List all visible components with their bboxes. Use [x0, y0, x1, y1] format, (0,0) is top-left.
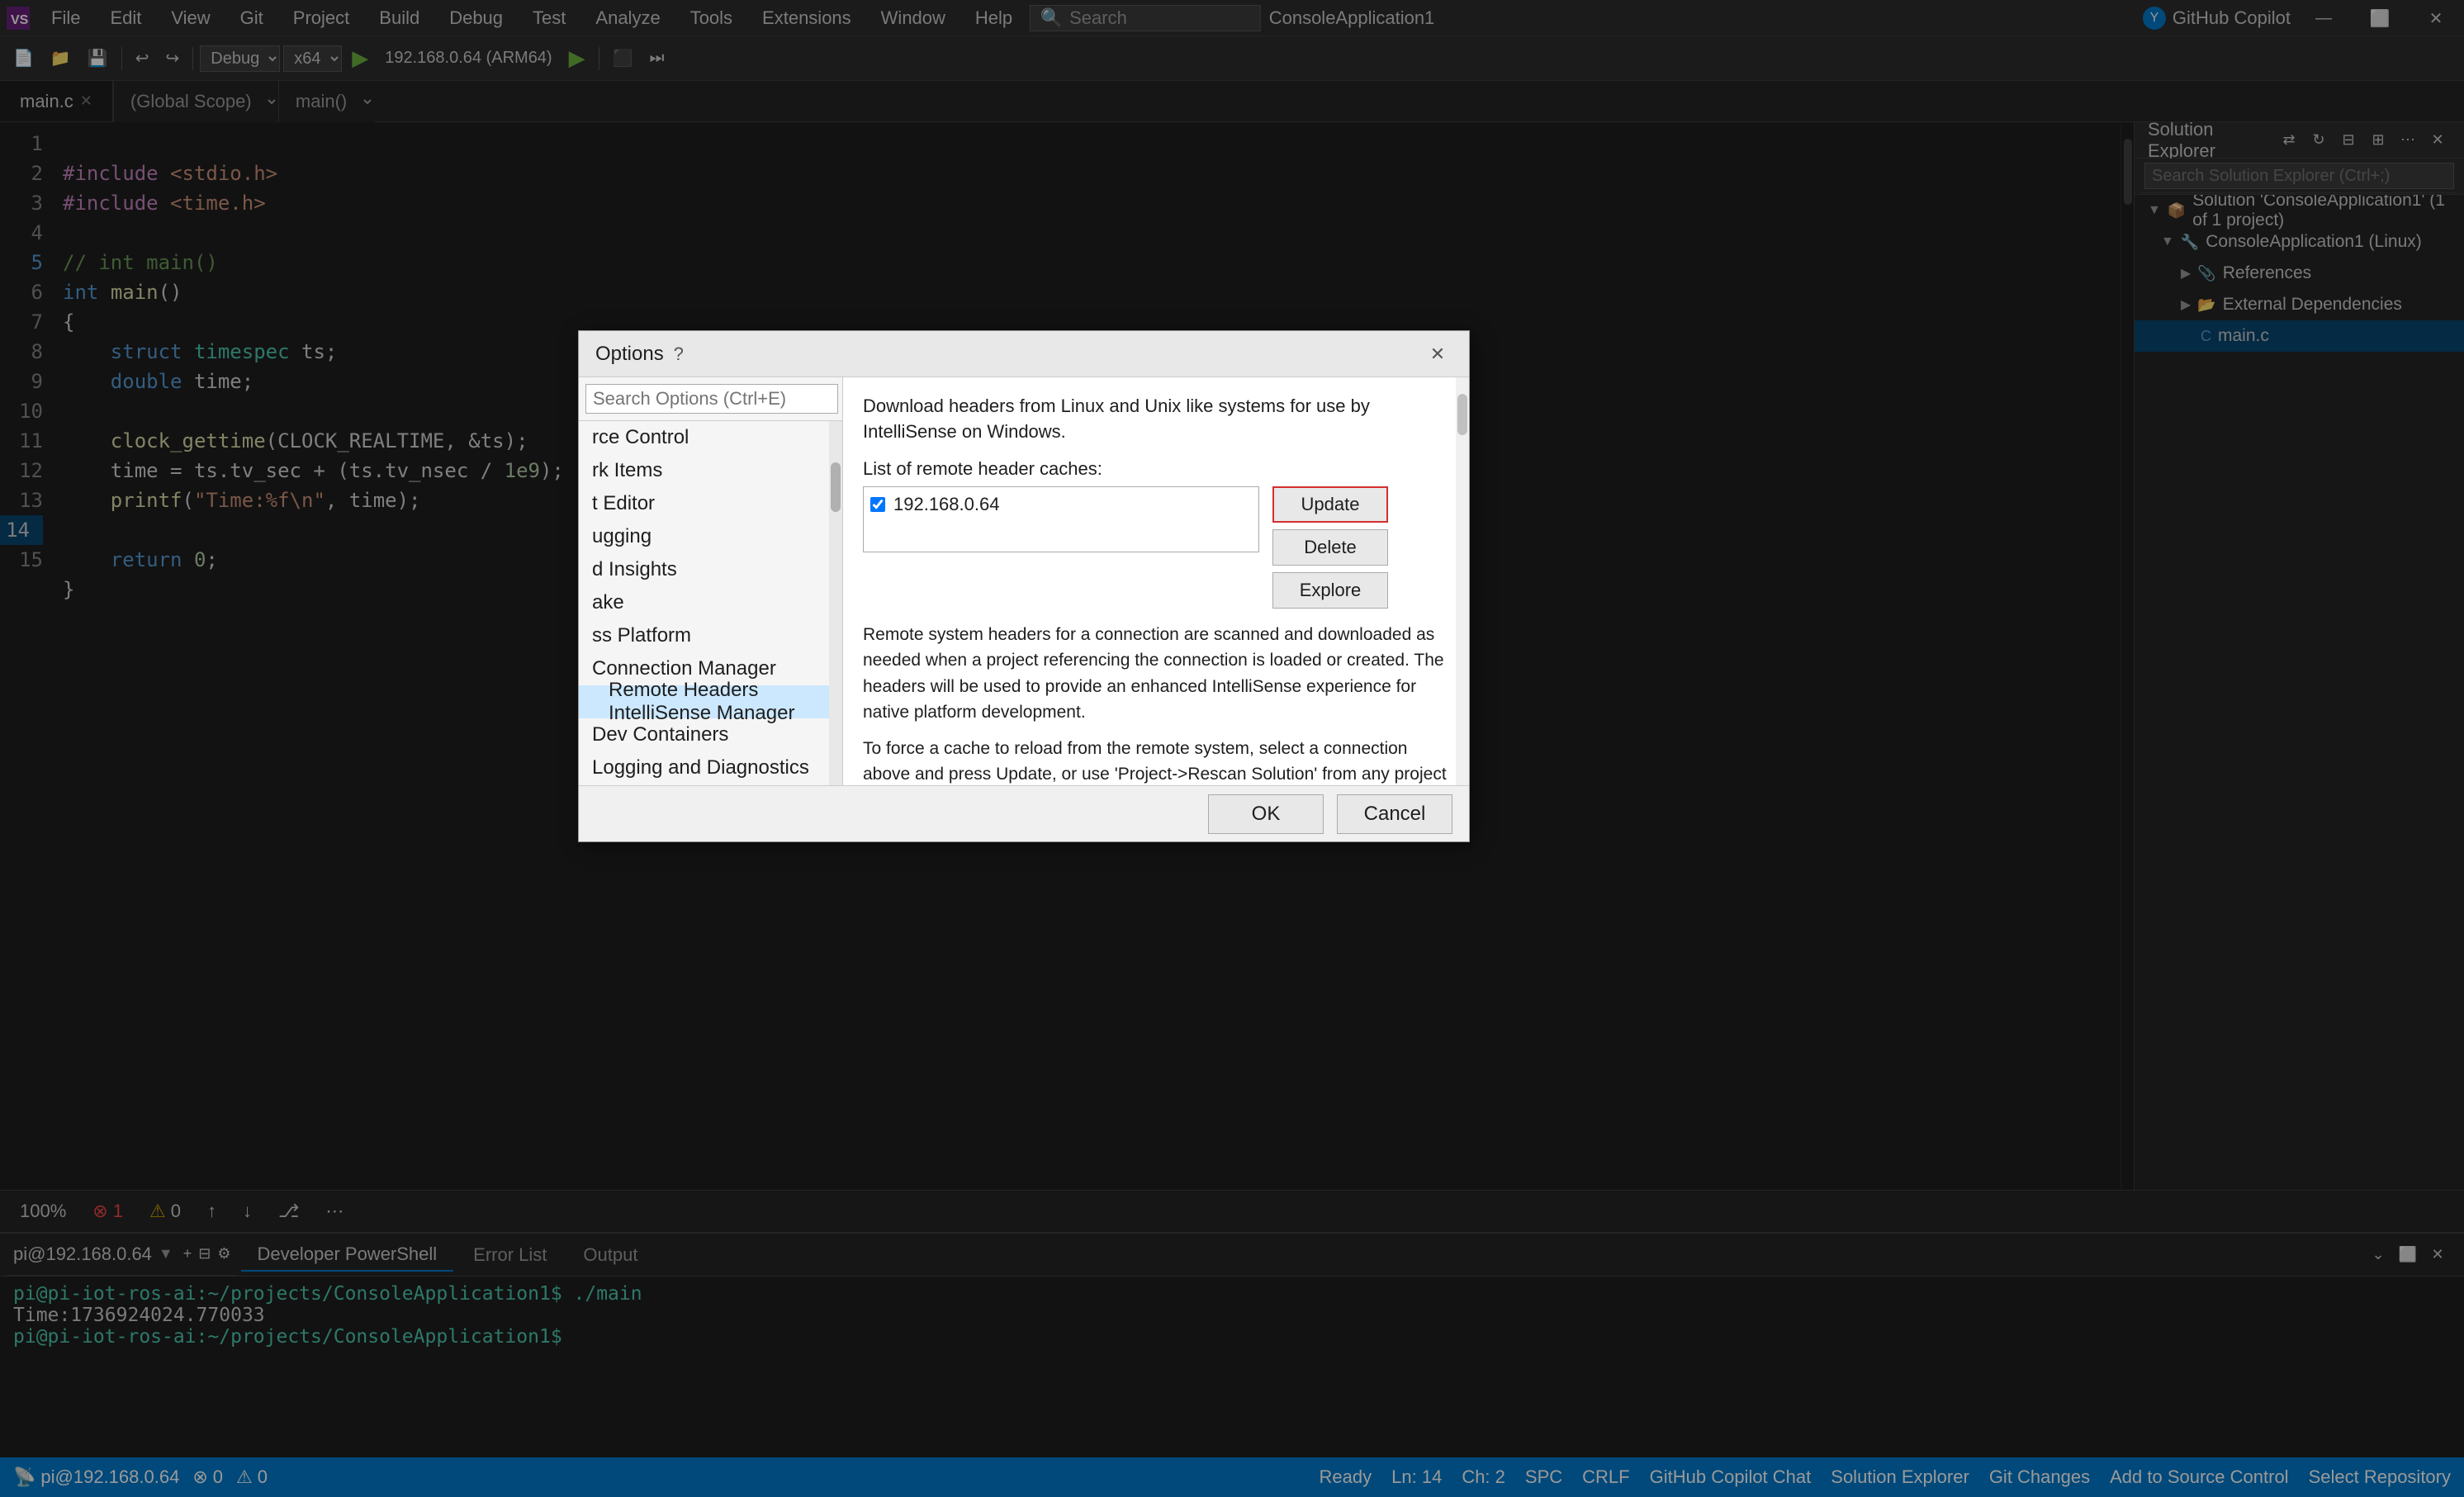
options-dialog: Options ? ✕ 🔍 rce Control [578, 330, 1470, 842]
dlg-item-remote-explorer[interactable]: Remote File Explorer [579, 784, 829, 785]
dialog-help-button[interactable]: ? [664, 339, 694, 369]
ok-button[interactable]: OK [1208, 794, 1324, 834]
dialog-body: 🔍 rce Control rk Items t Editor [579, 377, 1469, 785]
dlg-item-d-insights[interactable]: d Insights [579, 553, 829, 586]
dlg-item-t-editor[interactable]: t Editor [579, 487, 829, 520]
explore-button[interactable]: Explore [1272, 572, 1388, 609]
dlg-item-label-8: Remote Headers IntelliSense Manager [609, 679, 829, 725]
list-label: List of remote header caches: [863, 458, 1449, 480]
dlg-item-label-9: Dev Containers [592, 723, 728, 746]
dlg-item-rce-control[interactable]: rce Control [579, 421, 829, 454]
dlg-item-label-0: rce Control [592, 426, 689, 449]
dlg-item-logging[interactable]: Logging and Diagnostics [579, 751, 829, 784]
dlg-item-remote-headers[interactable]: Remote Headers IntelliSense Manager [579, 685, 829, 718]
dlg-item-label-5: ake [592, 591, 624, 614]
cache-list: 192.168.0.64 [863, 486, 1259, 552]
dialog-overlay: Options ? ✕ 🔍 rce Control [0, 0, 2464, 1497]
dlg-item-rk-items[interactable]: rk Items [579, 454, 829, 487]
dialog-footer: OK Cancel [579, 785, 1469, 841]
delete-button[interactable]: Delete [1272, 529, 1388, 566]
cache-buttons: Update Delete Explore [1272, 486, 1388, 609]
dlg-scrollbar-thumb [831, 462, 841, 512]
dialog-right-thumb [1457, 394, 1467, 435]
dlg-item-label-3: ugging [592, 525, 652, 548]
dialog-right-title: Download headers from Linux and Unix lik… [863, 394, 1449, 445]
dialog-title-bar: Options ? ✕ [579, 331, 1469, 377]
cache-item-1: 192.168.0.64 [870, 494, 1252, 515]
dlg-item-label-2: t Editor [592, 492, 655, 515]
dialog-right-scrollbar[interactable] [1456, 377, 1469, 785]
dlg-item-label-10: Logging and Diagnostics [592, 756, 809, 779]
dlg-scrollbar-track[interactable] [829, 421, 842, 785]
dialog-desc-2: To force a cache to reload from the remo… [863, 736, 1449, 785]
dlg-item-label-4: d Insights [592, 558, 677, 581]
dialog-left-panel: 🔍 rce Control rk Items t Editor [579, 377, 843, 785]
cache-checkbox-1[interactable] [870, 497, 885, 512]
dialog-right-panel: Download headers from Linux and Unix lik… [843, 377, 1469, 785]
cache-section: 192.168.0.64 Update Delete Explore [863, 486, 1449, 609]
dlg-item-label-6: ss Platform [592, 624, 691, 647]
dialog-desc-1: Remote system headers for a connection a… [863, 622, 1449, 726]
cancel-button[interactable]: Cancel [1337, 794, 1452, 834]
dialog-tree: rce Control rk Items t Editor ugging [579, 421, 842, 785]
dialog-title: Options [595, 343, 664, 366]
dialog-search-area: 🔍 [579, 377, 842, 421]
update-button[interactable]: Update [1272, 486, 1388, 523]
dlg-item-label-1: rk Items [592, 459, 662, 482]
dialog-close-button[interactable]: ✕ [1423, 339, 1452, 369]
cache-ip-label: 192.168.0.64 [893, 494, 999, 515]
dialog-tree-container: rce Control rk Items t Editor ugging [579, 421, 842, 785]
dialog-search-input[interactable] [585, 384, 838, 414]
dlg-item-ss-platform[interactable]: ss Platform [579, 619, 829, 652]
dlg-item-ake[interactable]: ake [579, 586, 829, 619]
dlg-item-ugging[interactable]: ugging [579, 520, 829, 553]
dlg-item-label-7: Connection Manager [592, 657, 776, 680]
